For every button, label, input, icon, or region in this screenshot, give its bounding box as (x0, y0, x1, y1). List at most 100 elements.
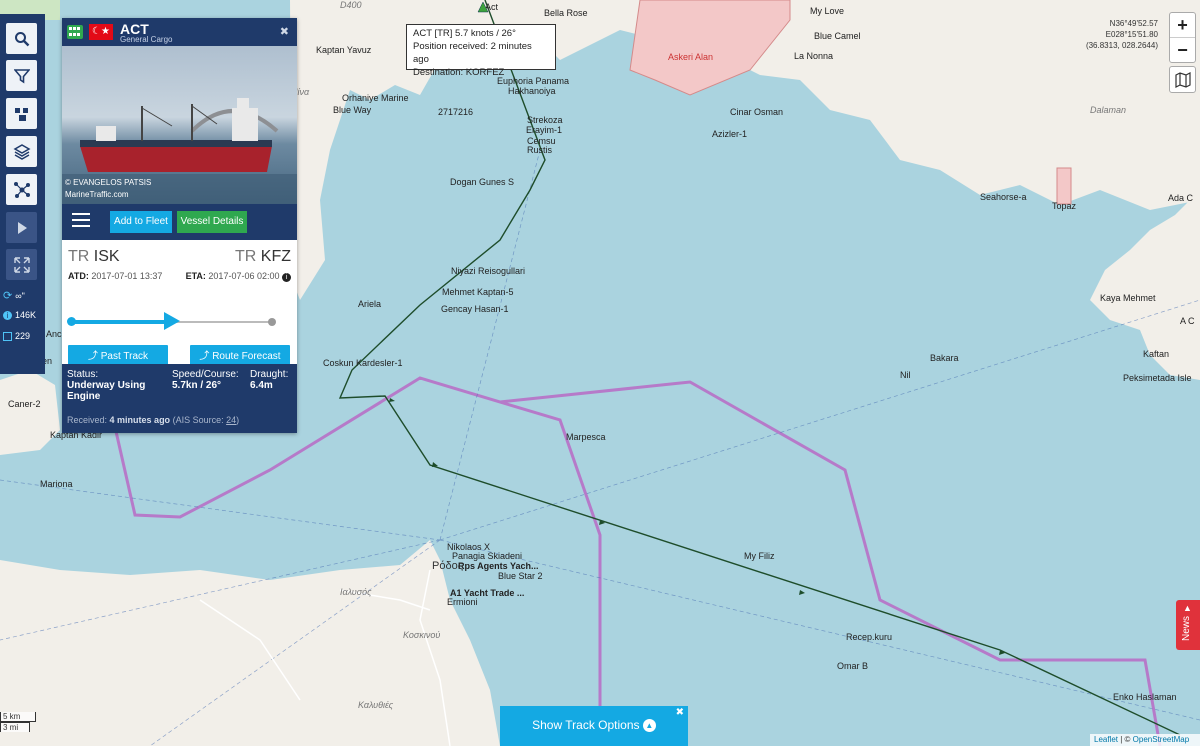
ship-label[interactable]: Kaftan (1143, 349, 1169, 359)
origin-port[interactable]: ISK (94, 248, 120, 265)
place-label: Ιαλυσός (340, 587, 372, 597)
ship-label[interactable]: Strekoza (527, 115, 563, 125)
ship-label[interactable]: A C (1180, 316, 1195, 326)
show-track-options-button[interactable]: Show Track Options ▲ ✖ (500, 706, 688, 746)
vessel-type: General Cargo (120, 35, 173, 44)
zoom-out-button[interactable]: − (1170, 38, 1195, 62)
ship-label[interactable]: My Filiz (744, 551, 775, 561)
eta-value: 2017-07-06 02:00 (208, 271, 280, 281)
status-label: Status: (67, 369, 99, 380)
tooltip-line: Destination: KORFEZ (413, 67, 505, 78)
ship-label[interactable]: My Love (810, 6, 844, 16)
vessel-photo[interactable]: © EVANGELOS PATSIS MarineTraffic.com (62, 46, 297, 204)
ship-label[interactable]: Cinar Osman (730, 107, 783, 117)
left-toolbar: ⟳ ∞" i 146K 229 (0, 14, 45, 374)
ship-label[interactable]: Ermioni (447, 597, 478, 607)
ship-label[interactable]: Rustis (527, 145, 552, 155)
zoom-control: + − (1169, 12, 1196, 63)
playback-button[interactable] (6, 212, 37, 243)
status-value: Underway Using Engine (67, 380, 146, 402)
vessel-tooltip: ACT [TR] 5.7 knots / 26° Position receiv… (406, 24, 556, 78)
atd-label: ATD: (68, 271, 89, 281)
ship-label[interactable]: Kaya Mehmet (1100, 293, 1156, 303)
leaflet-link[interactable]: Leaflet (1094, 735, 1118, 744)
ship-label[interactable]: Dogan Gunes S (450, 177, 514, 187)
ship-label[interactable]: Peksimetada Isle (1123, 373, 1192, 383)
ship-label[interactable]: Anc (46, 329, 62, 339)
ship-label[interactable]: Enko Haslaman (1113, 692, 1177, 702)
place-label: Καλυθιές (358, 700, 394, 710)
ais-source-link[interactable]: 24 (226, 415, 236, 425)
ship-label[interactable]: Blue Camel (814, 31, 861, 41)
ship-label[interactable]: Act (485, 2, 498, 12)
ship-label[interactable]: Rps Agents Yach... (458, 561, 539, 571)
menu-icon[interactable] (72, 213, 90, 227)
ship-label[interactable]: Orhaniye Marine (342, 93, 409, 103)
origin: TR ISK (68, 248, 120, 266)
filter-icon (13, 68, 30, 83)
filter-button[interactable] (6, 60, 37, 91)
atd-value: 2017-07-01 13:37 (91, 271, 163, 281)
ship-label[interactable]: Niyazi Reisogullari (451, 266, 525, 276)
place-label: Κοσκινού (403, 630, 441, 640)
info-icon[interactable]: i (282, 273, 291, 282)
zoom-in-button[interactable]: + (1170, 13, 1195, 38)
received-label: Received: (67, 415, 108, 425)
ship-label[interactable]: Caner-2 (8, 399, 41, 409)
track-icon: ⤴ (87, 351, 101, 362)
ship-label[interactable]: Blue Star 2 (498, 571, 543, 581)
density-button[interactable] (6, 174, 37, 205)
forecast-icon: ⤴ (199, 351, 213, 362)
close-icon[interactable]: ✖ (280, 25, 289, 38)
ship-label[interactable]: Kaptan Yavuz (316, 45, 371, 55)
news-tab[interactable]: ▲ News (1176, 600, 1200, 650)
eta: ETA: 2017-07-06 02:00 i (186, 271, 291, 282)
vessel-details-button[interactable]: Vessel Details (177, 211, 247, 233)
ship-label[interactable]: Gencay Hasan-1 (441, 304, 509, 314)
ship-label[interactable]: Bakara (930, 353, 959, 363)
ship-label[interactable]: Erayim-1 (526, 125, 562, 135)
expand-icon (13, 256, 30, 273)
add-to-fleet-button[interactable]: Add to Fleet (110, 211, 172, 233)
scale-bar: 5 km 3 mi (0, 712, 60, 732)
search-icon (14, 31, 29, 46)
close-icon[interactable]: ✖ (676, 694, 684, 732)
ship-label[interactable]: Omar B (837, 661, 868, 671)
ship-label[interactable]: Seahorse-a (980, 192, 1027, 202)
panel-actions: Add to Fleet Vessel Details (62, 204, 297, 240)
ship-label[interactable]: Hakhanoiya (508, 86, 556, 96)
ship-label[interactable]: Nil (900, 370, 911, 380)
panel-header: ☾★ ACT General Cargo ✖ (62, 18, 297, 46)
ship-label[interactable]: Blue Way (333, 105, 371, 115)
ship-label[interactable]: Ariela (358, 299, 381, 309)
ship-label[interactable]: Coskun Kardesler-1 (323, 358, 403, 368)
ship-label[interactable]: Mehmet Kaptan-5 (442, 287, 514, 297)
fleets-button[interactable] (6, 98, 37, 129)
osm-link[interactable]: OpenStreetMap (1133, 735, 1189, 744)
scale-mi: 3 mi (0, 722, 30, 732)
ship-label[interactable]: Marpesca (566, 432, 606, 442)
layers-button[interactable] (6, 136, 37, 167)
ship-label[interactable]: Recep.kuru (846, 632, 892, 642)
dest-country: TR (235, 248, 257, 265)
ship-label[interactable]: Bella Rose (544, 8, 588, 18)
ship-label[interactable]: Ada C (1168, 193, 1193, 203)
origin-country: TR (68, 248, 90, 265)
ship-label[interactable]: Topaz (1052, 201, 1076, 211)
ship-label[interactable]: Azizler-1 (712, 129, 747, 139)
ship-label[interactable]: La Nonna (794, 51, 833, 61)
stat-value: ∞" (15, 290, 25, 301)
longitude: E028°15'51.80 (1105, 30, 1158, 39)
ship-label[interactable]: Mariona (40, 479, 73, 489)
news-label: News (1181, 615, 1193, 642)
vessel-info-panel: ☾★ ACT General Cargo ✖ © EVANGELOS PATSI… (62, 18, 297, 433)
latitude: N36°49'52.57 (1109, 19, 1158, 28)
ship-label[interactable]: 2717216 (438, 107, 473, 117)
count-stat: 229 (3, 331, 30, 341)
fullscreen-button[interactable] (6, 249, 37, 280)
decimal-coords: (36.8313, 028.2644) (1085, 41, 1158, 50)
map-layers-button[interactable] (1169, 66, 1196, 93)
ais-source-label: (AIS Source: (172, 415, 224, 425)
search-button[interactable] (6, 23, 37, 54)
dest-port[interactable]: KFZ (261, 248, 291, 265)
